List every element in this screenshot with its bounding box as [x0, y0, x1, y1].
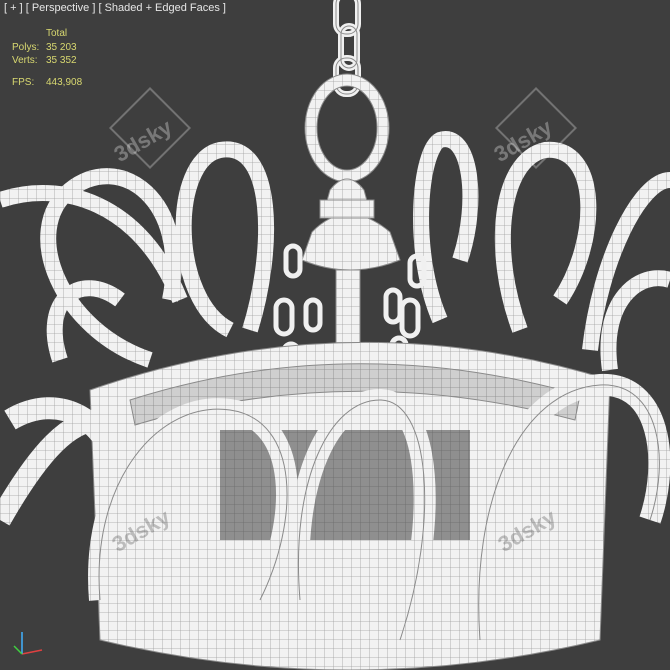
viewport-shading-button[interactable]: [ Shaded + Edged Faces ]	[98, 2, 226, 14]
statistics-overlay: Total Polys: 35 203 Verts: 35 352 FPS: 4…	[12, 27, 82, 89]
viewport[interactable]: 3dsky 3dsky 3dsky 3dsky [ + ] [ Perspect…	[0, 0, 670, 670]
verts-value: 35 352	[46, 55, 77, 66]
viewport-view-button[interactable]: [ Perspective ]	[26, 2, 96, 14]
watermark	[108, 86, 578, 170]
viewport-menu-button[interactable]: [ + ]	[4, 2, 23, 14]
polys-label: Polys:	[12, 41, 40, 53]
verts-label: Verts:	[12, 55, 38, 66]
axis-gizmo-icon	[13, 632, 43, 655]
polys-value: 35 203	[46, 41, 77, 53]
fps-label: FPS:	[12, 76, 35, 88]
viewport-label: [ + ] [ Perspective ] [ Shaded + Edged F…	[4, 2, 226, 14]
stats-header: Total	[46, 28, 68, 39]
fps-value: 443,908	[46, 76, 83, 88]
